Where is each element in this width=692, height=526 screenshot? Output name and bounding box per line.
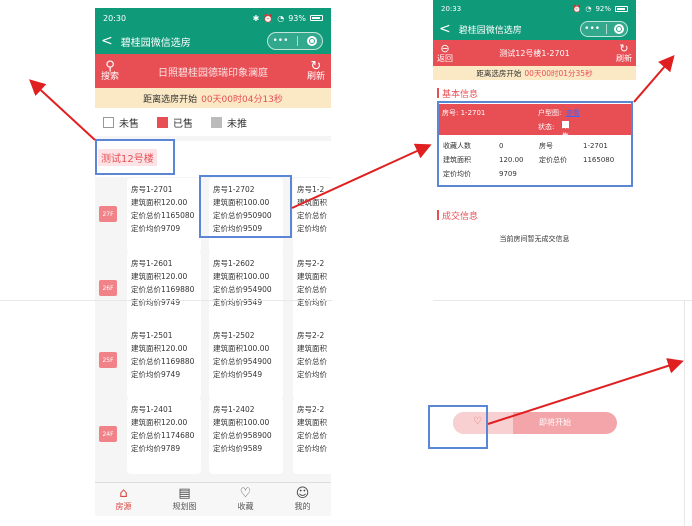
- unit-card[interactable]: 房号1-2501 建筑面积120.00 定价总价1169880 定价均价9749: [127, 324, 201, 400]
- countdown-time: 00天00时01分35秒: [524, 68, 593, 78]
- tab-plan[interactable]: ▤ 规划图: [173, 487, 197, 512]
- no-deal-message: 当前房间暂无成交信息: [499, 235, 570, 243]
- unit-card[interactable]: 房号1-2502 建筑面积100.00 定价总价954900 定价均价9549: [209, 324, 283, 400]
- nav-bar: < 碧桂园微信选房 •••: [95, 28, 331, 54]
- unit-card[interactable]: 房号2-2 建筑面积 定价总价 定价均价: [293, 398, 331, 474]
- countdown-time: 00天00时04分13秒: [201, 94, 283, 105]
- close-miniprogram-icon[interactable]: [613, 24, 624, 34]
- countdown-bar: 距离选房开始 00天00时04分13秒: [95, 88, 331, 108]
- more-button[interactable]: •••: [273, 36, 289, 46]
- search-button[interactable]: ⚲ 搜索: [101, 60, 119, 83]
- map-icon: ▤: [178, 486, 191, 501]
- battery-percent: 92%: [595, 5, 611, 13]
- floor-badge: 27F: [99, 206, 117, 222]
- mini-program-capsule: •••: [580, 21, 628, 37]
- section-deal-info: 成交信息: [433, 206, 636, 224]
- heart-icon: ♡: [239, 486, 252, 501]
- search-icon: ⚲: [105, 58, 115, 74]
- refresh-button[interactable]: ↻ 刷新: [307, 60, 325, 83]
- alarm-icon: ⏰: [263, 13, 274, 23]
- nav-title: 碧桂园微信选房: [458, 25, 522, 36]
- building-highlight-box: [95, 139, 175, 175]
- battery-icon: [615, 6, 628, 12]
- arrow-upper-left: [29, 79, 96, 141]
- return-button[interactable]: ⊖ 返回: [437, 43, 453, 63]
- back-button[interactable]: <: [439, 22, 451, 36]
- floor-badge: 25F: [99, 352, 117, 368]
- refresh-icon: ↻: [619, 42, 629, 56]
- start-label: 即将开始: [539, 418, 571, 427]
- floor-row: 24F 房号1-2401 建筑面积120.00 定价总价1174680 定价均价…: [95, 398, 331, 480]
- favorite-highlight-box: [428, 405, 488, 449]
- status-bar: 20:30 ✱ ⏰ ◔ 93%: [95, 8, 331, 28]
- nav-title: 碧桂园微信选房: [120, 37, 191, 49]
- unit-card[interactable]: 房号1-2402 建筑面积100.00 定价总价958900 定价均价9589: [209, 398, 283, 474]
- tab-bar: ⌂ 房源 ▤ 规划图 ♡ 收藏 ☺ 我的: [95, 482, 331, 516]
- separator: [0, 300, 332, 301]
- project-title: 日照碧桂园德瑞印象澜庭: [158, 67, 268, 79]
- floor-badge: 24F: [99, 426, 117, 442]
- battery-icon: [310, 15, 323, 21]
- project-header: ⚲ 搜索 日照碧桂园德瑞印象澜庭 ↻ 刷新: [95, 54, 331, 88]
- status-bar: 20:33 ⏰ ◔ 92%: [433, 0, 636, 18]
- countdown-bar: 距离选房开始 00天00时01分35秒: [433, 66, 636, 80]
- back-arrow-icon: ⊖: [440, 42, 450, 56]
- refresh-button[interactable]: ↻ 刷新: [616, 43, 632, 63]
- battery-percent: 93%: [288, 13, 306, 23]
- status-legend: 未售 已售 未推: [95, 108, 331, 136]
- unit-highlight-box: [199, 175, 292, 238]
- tab-favorites[interactable]: ♡ 收藏: [238, 487, 254, 512]
- unit-card[interactable]: 房号2-2 建筑面积 定价总价 定价均价: [293, 252, 331, 328]
- unit-card[interactable]: 房号2-2 建筑面积 定价总价 定价均价: [293, 324, 331, 400]
- separator: [433, 300, 692, 301]
- status-time: 20:30: [103, 13, 127, 23]
- section-basic-info: 基本信息: [433, 84, 636, 102]
- arrow-upper-right: [633, 54, 675, 103]
- separator: [684, 300, 685, 526]
- bluetooth-icon: ✱: [252, 13, 260, 23]
- wifi-icon: ◔: [585, 5, 592, 13]
- info-highlight-box: [437, 101, 633, 187]
- nav-bar: < 碧桂园微信选房 •••: [433, 18, 636, 40]
- unit-card[interactable]: 房号1-2601 建筑面积120.00 定价总价1169880 定价均价9749: [127, 252, 201, 328]
- user-icon: ☺: [295, 486, 310, 501]
- close-miniprogram-icon[interactable]: [307, 36, 318, 46]
- legend-sold: 已售: [157, 115, 193, 130]
- mini-program-capsule: •••: [267, 32, 323, 50]
- tab-mine[interactable]: ☺ 我的: [295, 487, 311, 512]
- refresh-icon: ↻: [310, 58, 322, 74]
- legend-unsold: 未售: [103, 115, 139, 130]
- floor-badge: 26F: [99, 280, 117, 296]
- back-button[interactable]: <: [101, 34, 113, 48]
- left-phone-screen: 20:30 ✱ ⏰ ◔ 93% < 碧桂园微信选房 ••• ⚲ 搜索 日照碧桂园…: [95, 8, 331, 516]
- legend-not-released: 未推: [211, 115, 247, 130]
- wifi-icon: ◔: [277, 13, 285, 23]
- room-title: 测试12号楼1-2701: [499, 48, 570, 58]
- room-header: ⊖ 返回 测试12号楼1-2701 ↻ 刷新: [433, 40, 636, 66]
- tab-listings[interactable]: ⌂ 房源: [116, 487, 132, 512]
- alarm-icon: ⏰: [572, 5, 582, 13]
- floor-row: 25F 房号1-2501 建筑面积120.00 定价总价1169880 定价均价…: [95, 324, 331, 406]
- more-button[interactable]: •••: [584, 24, 600, 34]
- status-time: 20:33: [441, 5, 462, 13]
- stage: 20:30 ✱ ⏰ ◔ 93% < 碧桂园微信选房 ••• ⚲ 搜索 日照碧桂园…: [0, 0, 692, 526]
- unit-card[interactable]: 房号1-2602 建筑面积100.00 定价总价954900 定价均价9549: [209, 252, 283, 328]
- home-icon: ⌂: [119, 486, 128, 501]
- unit-card[interactable]: 房号1-2 建筑面积 定价总价 定价均价: [293, 178, 331, 254]
- unit-card[interactable]: 房号1-2701 建筑面积120.00 定价总价1165080 定价均价9709: [127, 178, 201, 254]
- unit-card[interactable]: 房号1-2401 建筑面积120.00 定价总价1174680 定价均价9789: [127, 398, 201, 474]
- floor-row: 26F 房号1-2601 建筑面积120.00 定价总价1169880 定价均价…: [95, 252, 331, 334]
